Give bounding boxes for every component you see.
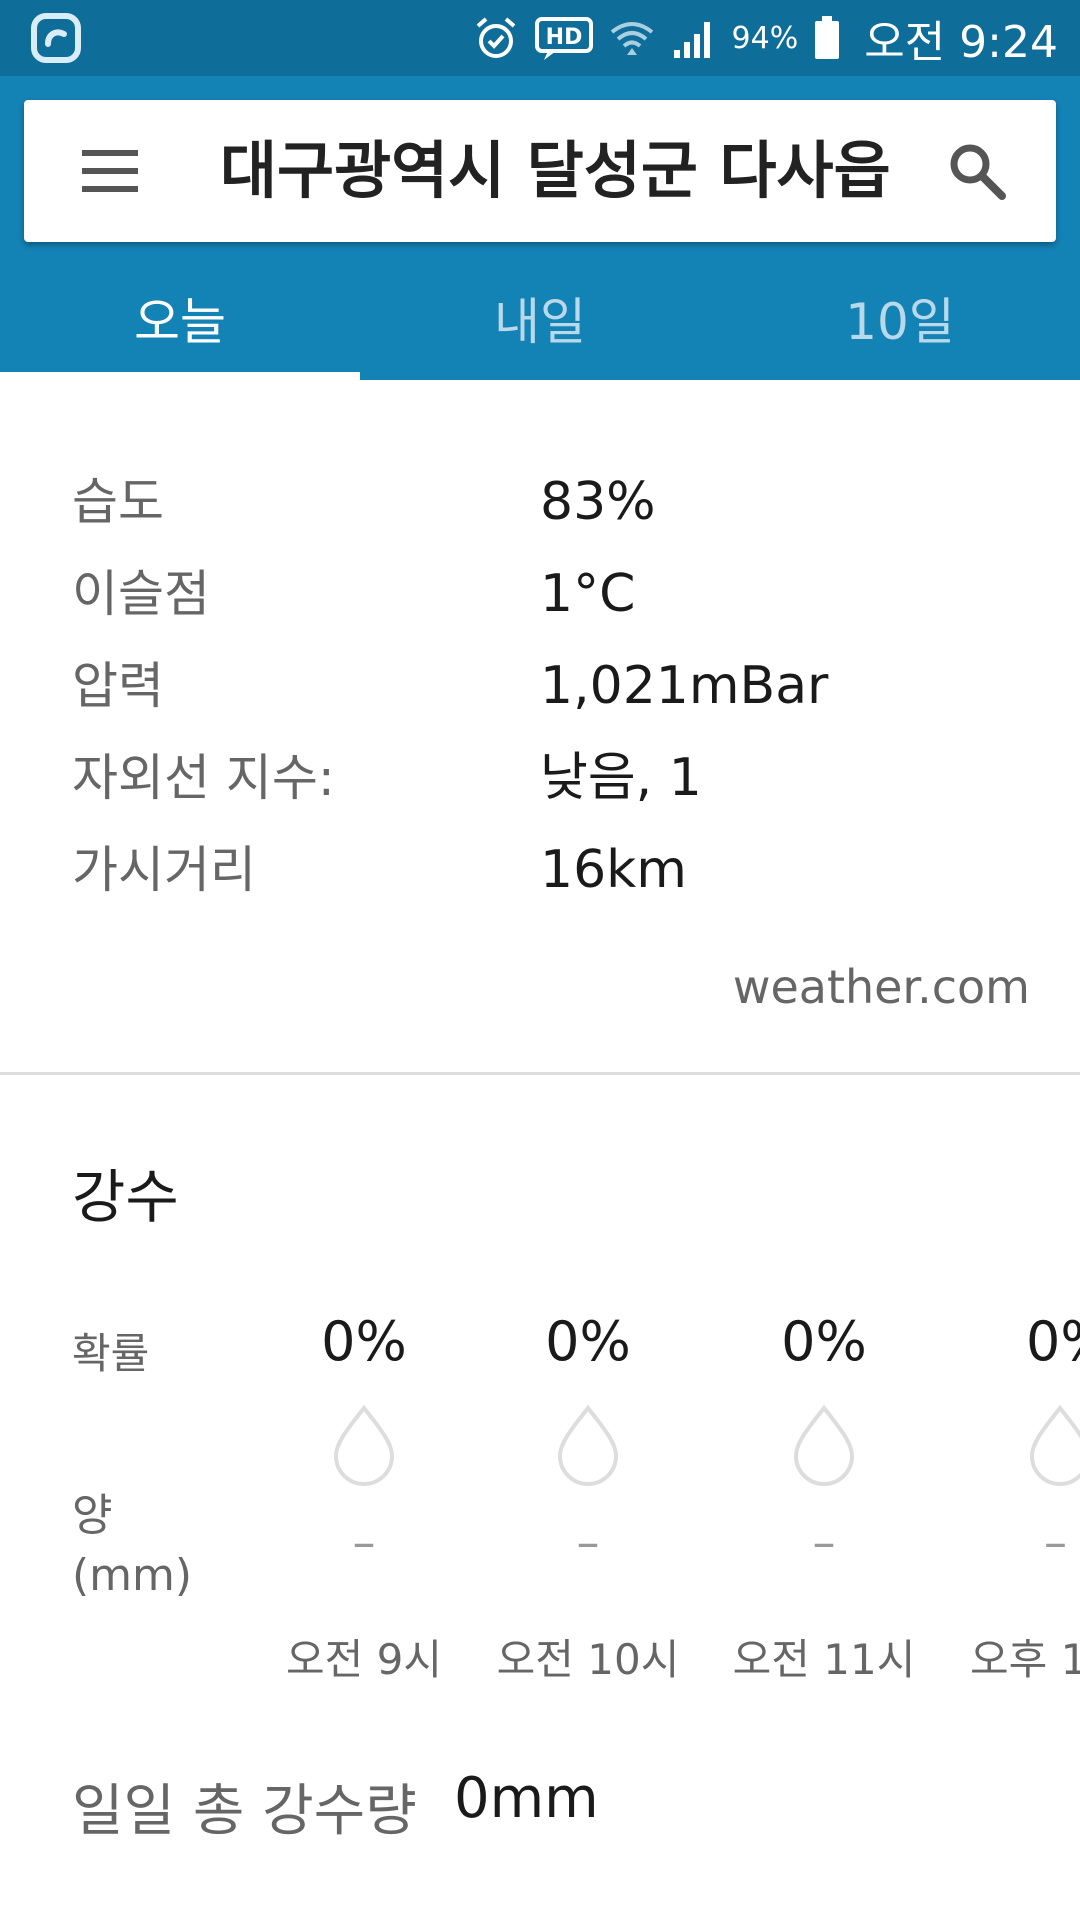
battery-percent: 94% (731, 20, 799, 56)
daily-total-value: 0mm (454, 1766, 599, 1831)
hour-column-partial: 0% – 오후 12시 (960, 0, 1080, 1920)
status-bar: HD 94% 오전 9:24 (0, 0, 1080, 76)
hour-time: 오전 9시 (286, 1635, 442, 1684)
hour-time: 오전 11시 (732, 1635, 916, 1684)
daily-total-label: 일일 총 강수량 (72, 1779, 417, 1844)
hour-time: 오후 12시 (970, 1635, 1080, 1684)
detail-label: 이슬점 (72, 565, 210, 623)
location-search-input[interactable]: 대구광역시 달성군 다사읍 (220, 100, 904, 242)
signal-icon (673, 22, 710, 58)
menu-icon[interactable] (80, 142, 144, 200)
hour-probability: 0% (1026, 1310, 1080, 1373)
detail-label: 자외선 지수: (72, 749, 335, 807)
detail-row-visibility: 가시거리 16km (0, 824, 1080, 916)
hour-amount: – (812, 1515, 836, 1569)
hour-amount: – (576, 1515, 600, 1569)
battery-icon (815, 16, 840, 59)
detail-label: 압력 (72, 657, 164, 715)
raindrop-icon (793, 1404, 855, 1486)
hour-probability: 0% (545, 1310, 631, 1373)
detail-row-pressure: 압력 1,021mBar (0, 640, 1080, 732)
detail-value: 낮음, 1 (540, 748, 702, 808)
precipitation-title: 강수 (72, 1163, 179, 1231)
detail-label: 습도 (72, 473, 164, 531)
hour-probability: 0% (781, 1310, 867, 1373)
hd-call-icon: HD (534, 17, 593, 60)
hour-amount: – (1044, 1515, 1067, 1569)
detail-value: 1,021mBar (540, 656, 829, 716)
detail-value: 83% (540, 472, 656, 532)
detail-label: 가시거리 (72, 841, 256, 899)
detail-row-uv-index: 자외선 지수: 낮음, 1 (0, 732, 1080, 824)
detail-value: 1°C (540, 564, 636, 624)
hd-label: HD (545, 25, 582, 50)
detail-row-humidity: 습도 83% (0, 456, 1080, 548)
hour-time: 오전 10시 (496, 1635, 680, 1684)
amount-label-line2: (mm) (72, 1550, 193, 1601)
weather-details: 습도 83% 이슬점 1°C 압력 1,021mBar 자외선 지수: 낮음, … (0, 456, 1080, 916)
tab-tomorrow[interactable]: 내일 (360, 272, 720, 380)
app-header: 대구광역시 달성군 다사읍 오늘 내일 10일 (0, 76, 1080, 380)
wifi-icon (610, 22, 653, 55)
raindrop-icon (557, 1404, 619, 1486)
hour-probability: 0% (321, 1310, 407, 1373)
tab-today[interactable]: 오늘 (0, 272, 360, 380)
probability-label: 확률 (72, 1329, 150, 1378)
hour-amount: – (352, 1515, 376, 1569)
alarm-icon (476, 17, 515, 58)
detail-row-dew-point: 이슬점 1°C (0, 548, 1080, 640)
section-divider (0, 1072, 1080, 1075)
search-box[interactable]: 대구광역시 달성군 다사읍 (24, 100, 1056, 242)
detail-value: 16km (540, 840, 687, 900)
app-logo-icon (31, 13, 81, 63)
amount-label-line1: 양 (72, 1490, 113, 1541)
day-tabs: 오늘 내일 10일 (0, 272, 1080, 380)
amount-label: 양 (mm) (72, 1486, 192, 1606)
raindrop-icon (1029, 1404, 1080, 1486)
raindrop-icon (333, 1404, 395, 1486)
